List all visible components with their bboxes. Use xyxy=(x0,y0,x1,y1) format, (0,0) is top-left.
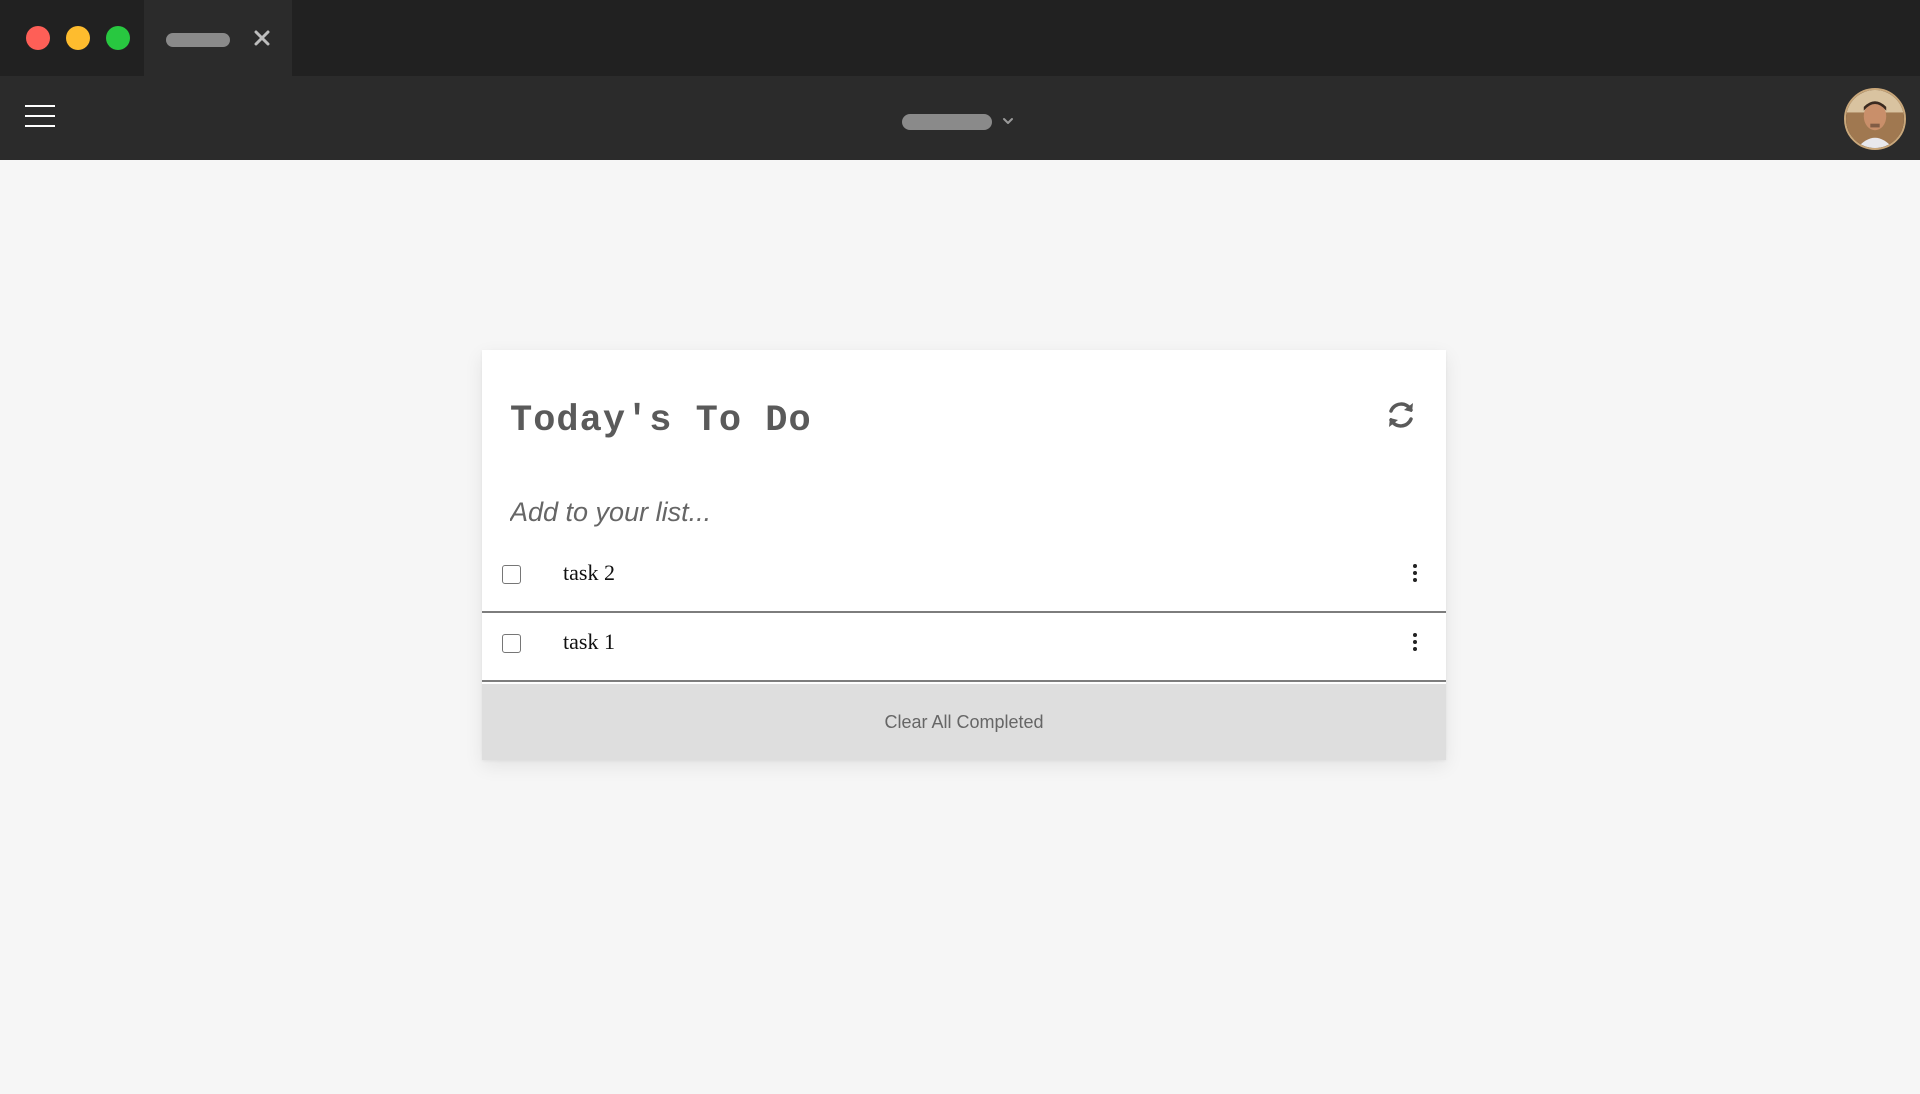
tab-title-placeholder xyxy=(166,33,230,47)
user-avatar-image xyxy=(1846,90,1904,148)
window-titlebar xyxy=(0,0,1920,76)
chevron-down-icon xyxy=(1003,118,1013,124)
task-label: task 1 xyxy=(563,629,615,654)
task-label: task 2 xyxy=(563,560,615,585)
task-row: task 1 xyxy=(482,613,1446,682)
close-icon[interactable] xyxy=(250,26,274,50)
task-checkbox[interactable] xyxy=(502,634,521,653)
address-placeholder xyxy=(902,114,992,130)
browser-toolbar xyxy=(0,76,1920,160)
address-dropdown[interactable] xyxy=(900,100,1020,140)
task-row: task 2 xyxy=(482,544,1446,613)
clear-completed-button[interactable]: Clear All Completed xyxy=(482,684,1446,760)
avatar[interactable] xyxy=(1844,88,1906,150)
window-close-button[interactable] xyxy=(26,26,50,50)
hamburger-menu-icon[interactable] xyxy=(25,104,55,128)
browser-tab[interactable] xyxy=(144,0,292,76)
more-vertical-icon[interactable] xyxy=(1405,558,1425,588)
page-title: Today's To Do xyxy=(510,400,812,442)
more-vertical-icon[interactable] xyxy=(1405,627,1425,657)
window-minimize-button[interactable] xyxy=(66,26,90,50)
todo-card: Today's To Do task 2 task 1 Clear All Co… xyxy=(482,350,1446,760)
window-maximize-button[interactable] xyxy=(106,26,130,50)
refresh-icon[interactable] xyxy=(1384,398,1418,432)
add-task-input[interactable] xyxy=(510,490,1410,534)
task-checkbox[interactable] xyxy=(502,565,521,584)
